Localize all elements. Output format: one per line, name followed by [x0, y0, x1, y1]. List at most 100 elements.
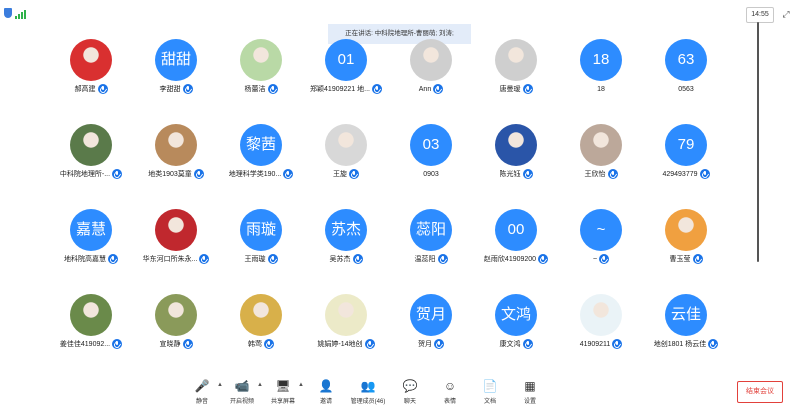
participant-tile[interactable]: 贺月 贺月 — [386, 294, 476, 379]
participant-name-row: 韩莺 — [216, 339, 306, 351]
participant-tile[interactable]: 苏杰 吴苏杰 — [301, 209, 391, 294]
participant-tile[interactable]: 嘉慧 地科院高嘉慧 — [46, 209, 136, 294]
participant-name-row: 康文鸿 — [471, 339, 561, 351]
avatar-initials: 甜甜 — [155, 39, 197, 81]
toolbar-invite-button[interactable]: 👤 邀请 — [304, 374, 348, 406]
participant-tile[interactable]: ~ ~ — [556, 209, 646, 294]
participant-tile[interactable]: 云佳 地创1801 杨云佳 — [641, 294, 731, 379]
mic-muted-icon — [522, 169, 533, 180]
participant-tile[interactable]: 韩莺 — [216, 294, 306, 379]
participant-tile[interactable]: 姚娟婷-14地创 — [301, 294, 391, 379]
toolbar-participants-button[interactable]: 👥 管理成员(46) — [346, 374, 390, 406]
participant-tile[interactable]: 文鸿 康文鸿 — [471, 294, 561, 379]
participant-name: ~ — [592, 256, 598, 263]
mic-muted-icon — [352, 254, 363, 265]
share-screen-icon: 🖥 — [275, 379, 291, 393]
participant-name-row: 地理科学类190... — [216, 169, 306, 181]
toolbar-share-screen-button[interactable]: 🖥 共享屏幕 — [261, 374, 305, 406]
participant-tile[interactable]: 63 0563 — [641, 39, 731, 124]
participant-tile[interactable]: 陈光钰 — [471, 124, 561, 209]
participant-tile[interactable]: 曹玉莹 — [641, 209, 731, 294]
avatar-initials: 蕊阳 — [410, 209, 452, 251]
participant-name: 唐曼瑷 — [499, 86, 521, 93]
avatar-initials: 嘉慧 — [70, 209, 112, 251]
participant-tile[interactable]: 黎茜 地理科学类190... — [216, 124, 306, 209]
participant-name-row: 华东河口所朱永... — [131, 254, 221, 266]
meeting-timer: 14:55 — [746, 7, 774, 23]
participant-name: 41909211 — [579, 341, 611, 348]
mic-muted-icon — [371, 84, 382, 95]
mic-muted-icon — [437, 254, 448, 265]
avatar-initials: ~ — [580, 209, 622, 251]
toolbar-settings-button[interactable]: ▦ 设置 — [508, 374, 552, 406]
participant-tile[interactable]: 00 赵雨欣41909200 — [471, 209, 561, 294]
participant-name: Ann — [418, 86, 432, 93]
participant-tile[interactable]: 18 18 — [556, 39, 646, 124]
participant-name-row: 李甜甜 — [131, 84, 221, 96]
mic-muted-icon — [612, 339, 623, 350]
participant-tile[interactable]: 蕊阳 温蕊阳 — [386, 209, 476, 294]
participant-tile[interactable]: 甜甜 李甜甜 — [131, 39, 221, 124]
security-shield-icon[interactable] — [4, 8, 12, 18]
participant-tile[interactable]: 中科院地理所-... — [46, 124, 136, 209]
toolbar-label: 设置 — [523, 399, 536, 405]
scrollbar[interactable] — [757, 22, 759, 262]
avatar-initials: 01 — [325, 39, 367, 81]
participant-name: 429493779 — [662, 171, 698, 178]
participant-name-row: 宣晓静 — [131, 339, 221, 351]
avatar-initials: 贺月 — [410, 294, 452, 336]
mic-muted-icon — [112, 169, 123, 180]
participant-tile[interactable]: 杨蕾洁 — [216, 39, 306, 124]
participant-tile[interactable]: 01 郑颖41909221 地... — [301, 39, 391, 124]
toolbar-document-button[interactable]: 📄 文档 — [468, 374, 512, 406]
network-signal-icon[interactable] — [15, 9, 27, 19]
participant-name-row: 郑颖41909221 地... — [301, 84, 391, 96]
toolbar-video-off-button[interactable]: 📹 开启视频 — [220, 374, 264, 406]
participant-name-row: 王旋 — [301, 169, 391, 181]
mic-muted-icon — [199, 254, 210, 265]
mic-muted-icon — [97, 84, 108, 95]
participant-tile[interactable]: 宣晓静 — [131, 294, 221, 379]
mic-muted-icon — [267, 254, 278, 265]
mic-muted-icon — [349, 169, 359, 180]
mic-muted-icon — [599, 254, 610, 265]
participant-name: 地理科学类190... — [228, 171, 282, 178]
participant-tile[interactable]: 姜佳佳419092... — [46, 294, 136, 379]
participant-name: 地类1903莫童 — [148, 171, 192, 178]
participant-name-row: 杨蕾洁 — [216, 84, 306, 96]
participant-tile[interactable]: Ann — [386, 39, 476, 124]
participant-tile[interactable]: 雨璇 王雨璇 — [216, 209, 306, 294]
avatar-initials: 79 — [665, 124, 707, 166]
toolbar-label: 开启视频 — [229, 399, 254, 405]
avatar-initials: 雨璇 — [240, 209, 282, 251]
toolbar-emoji-button[interactable]: ☺ 表情 — [428, 374, 472, 406]
participant-tile[interactable]: 王旋 — [301, 124, 391, 209]
end-meeting-button[interactable]: 结束会议 — [737, 381, 783, 403]
mic-muted-icon — [108, 254, 118, 265]
toolbar-mic-button[interactable]: 🎤 静音 — [180, 374, 224, 406]
avatar-initials: 63 — [665, 39, 707, 81]
mic-muted-icon — [433, 84, 444, 95]
participant-tile[interactable]: 地类1903莫童 — [131, 124, 221, 209]
participant-name-row: 贺月 — [386, 339, 476, 351]
document-icon: 📄 — [482, 379, 498, 393]
participant-name-row: Ann — [386, 84, 476, 96]
avatar-photo — [325, 294, 367, 336]
participant-tile[interactable]: 王欣怡 — [556, 124, 646, 209]
toolbar-label: 静音 — [195, 399, 208, 405]
mic-muted-icon — [182, 339, 193, 350]
participant-tile[interactable]: 79 429493779 — [641, 124, 731, 209]
participant-tile[interactable]: 唐曼瑷 — [471, 39, 561, 124]
participant-name: 王旋 — [333, 171, 347, 178]
avatar-photo — [70, 124, 112, 166]
participant-tile[interactable]: 41909211 — [556, 294, 646, 379]
avatar-photo — [495, 39, 537, 81]
avatar-photo — [325, 124, 367, 166]
participant-tile[interactable]: 03 0903 — [386, 124, 476, 209]
fullscreen-icon[interactable]: ⤢ — [780, 8, 792, 20]
invite-icon: 👤 — [318, 379, 334, 393]
participant-tile[interactable]: 华东河口所朱永... — [131, 209, 221, 294]
mic-muted-icon — [264, 339, 274, 350]
participant-tile[interactable]: 郝高建 — [46, 39, 136, 124]
toolbar-chat-button[interactable]: 💬 聊天 — [388, 374, 432, 406]
